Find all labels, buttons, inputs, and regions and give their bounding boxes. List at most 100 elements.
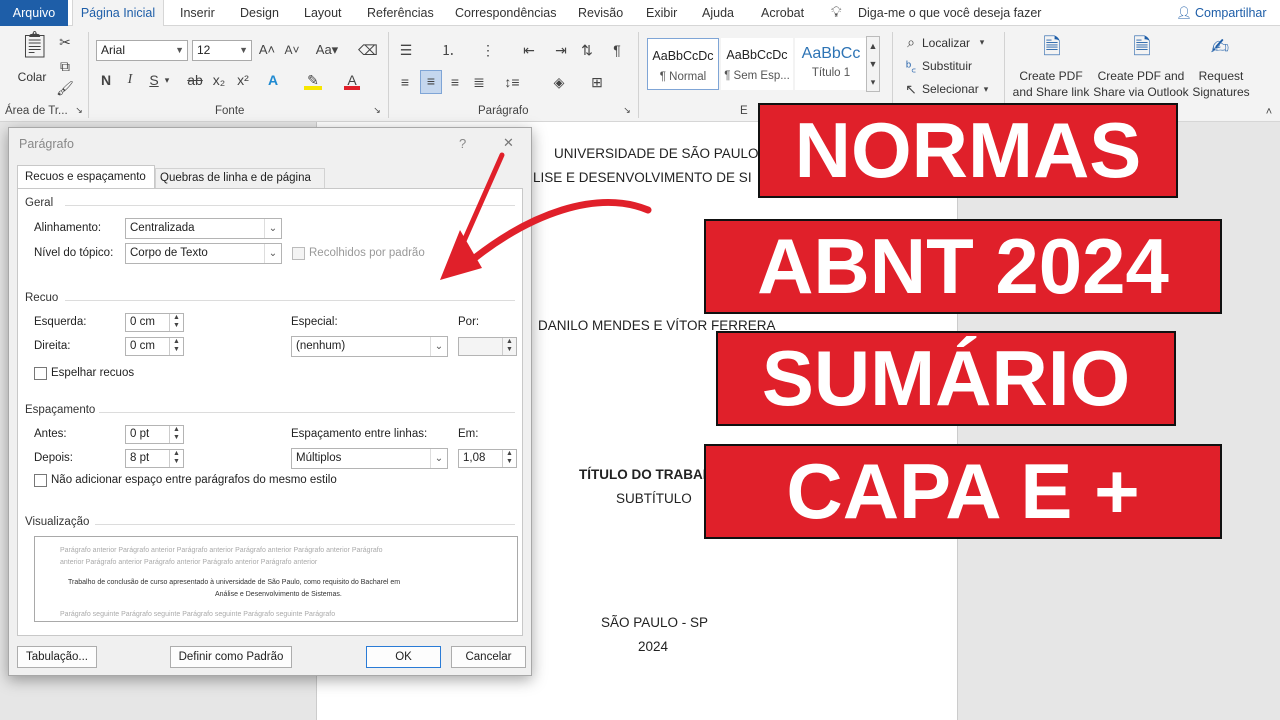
- select-button[interactable]: Selecionar: [922, 82, 979, 96]
- clear-format-icon[interactable]: ⌫: [358, 40, 378, 60]
- font-size-combo[interactable]: 12 ▼: [192, 40, 252, 61]
- bullets-icon[interactable]: ☰: [396, 40, 416, 60]
- no-space-checkbox[interactable]: [34, 474, 47, 487]
- collapsed-checkbox[interactable]: [292, 247, 305, 260]
- align-right-icon[interactable]: ≡: [446, 72, 464, 92]
- menu-bar: Arquivo Página Inicial Inserir Design La…: [0, 0, 1280, 26]
- outline-level-select[interactable]: Corpo de Texto ⌄: [125, 243, 282, 264]
- italic-icon[interactable]: I: [122, 70, 138, 90]
- strikethrough-icon[interactable]: ab: [185, 70, 205, 90]
- line-spacing-select[interactable]: Múltiplos ⌄: [291, 448, 448, 469]
- pilcrow-icon[interactable]: ¶: [608, 40, 626, 60]
- request-signatures-button[interactable]: Request Signatures: [1190, 68, 1252, 100]
- preview-prev-text: anterior Parágrafo anterior Parágrafo an…: [60, 559, 318, 566]
- underline-icon[interactable]: S: [146, 70, 162, 90]
- spinner-arrows-icon[interactable]: ▲ ▼: [169, 450, 183, 467]
- multilevel-list-icon[interactable]: ⋮: [478, 40, 498, 60]
- text-effects-icon[interactable]: A: [264, 70, 282, 90]
- font-name-combo[interactable]: Arial ▼: [96, 40, 188, 61]
- spinner-arrows-icon[interactable]: ▲ ▼: [502, 338, 516, 355]
- after-input[interactable]: 8 pt ▲ ▼: [125, 449, 184, 468]
- spinner-arrows-icon[interactable]: ▲ ▼: [169, 338, 183, 355]
- signature-icon[interactable]: ✍︎: [1206, 32, 1234, 62]
- style-normal[interactable]: AaBbCcDc ¶ Normal: [647, 38, 719, 90]
- tab-help[interactable]: Ajuda: [702, 0, 734, 26]
- highlight-icon[interactable]: ✎: [304, 70, 322, 90]
- spinner-arrows-icon[interactable]: ▲ ▼: [502, 450, 516, 467]
- mirror-indents-checkbox[interactable]: [34, 367, 47, 380]
- bold-icon[interactable]: N: [98, 70, 114, 90]
- tell-me-search[interactable]: Diga-me o que você deseja fazer: [858, 0, 1041, 26]
- button-label: Request: [1198, 69, 1244, 83]
- before-input[interactable]: 0 pt ▲ ▼: [125, 425, 184, 444]
- right-indent-input[interactable]: 0 cm ▲ ▼: [125, 337, 184, 356]
- spinner-arrows-icon[interactable]: ▲ ▼: [169, 426, 183, 443]
- tab-indents-spacing[interactable]: Recuos e espaçamento: [17, 165, 155, 189]
- shrink-font-icon[interactable]: A˅: [283, 40, 301, 60]
- align-center-icon[interactable]: ≡: [420, 70, 442, 94]
- tab-acrobat[interactable]: Acrobat: [761, 0, 804, 26]
- launcher-icon[interactable]: ↘: [372, 104, 382, 116]
- pdf-outlook-icon[interactable]: 🗎: [1128, 32, 1156, 62]
- cancel-button[interactable]: Cancelar: [451, 646, 526, 668]
- grow-font-icon[interactable]: A˄: [258, 40, 276, 60]
- left-indent-label: Esquerda:: [34, 316, 87, 328]
- spinner-arrows-icon[interactable]: ▲ ▼: [169, 314, 183, 331]
- tab-line-page-breaks[interactable]: Quebras de linha e de página: [155, 168, 325, 189]
- justify-icon[interactable]: ≣: [470, 72, 488, 92]
- align-left-icon[interactable]: ≡: [396, 72, 414, 92]
- copy-icon[interactable]: ⧉: [56, 56, 74, 76]
- borders-icon[interactable]: ⊞: [586, 72, 608, 92]
- style-heading-1[interactable]: AaBbCc Título 1: [795, 38, 867, 90]
- chevron-down-icon[interactable]: ▾: [976, 32, 988, 52]
- paste-button[interactable]: Colar: [12, 70, 52, 84]
- pdf-icon[interactable]: 🗎: [1038, 32, 1066, 62]
- ok-button[interactable]: OK: [366, 646, 441, 668]
- tabs-button[interactable]: Tabulação...: [17, 646, 97, 668]
- change-case-icon[interactable]: Aa▾: [312, 40, 342, 60]
- decrease-indent-icon[interactable]: ⇤: [520, 40, 538, 60]
- tab-review[interactable]: Revisão: [578, 0, 623, 26]
- tab-references[interactable]: Referências: [367, 0, 434, 26]
- subscript-icon[interactable]: x₂: [210, 70, 228, 90]
- format-painter-icon[interactable]: 🖌︎: [56, 78, 74, 98]
- styles-scroll[interactable]: ▲ ▼ ▾: [866, 36, 880, 92]
- shading-icon[interactable]: ◈: [548, 72, 570, 92]
- by-input[interactable]: ▲ ▼: [458, 337, 517, 356]
- at-input[interactable]: 1,08 ▲ ▼: [458, 449, 517, 468]
- increase-indent-icon[interactable]: ⇥: [552, 40, 570, 60]
- cut-icon[interactable]: ✂: [56, 32, 74, 52]
- replace-button[interactable]: Substituir: [922, 59, 972, 73]
- share-button[interactable]: Compartilhar: [1195, 0, 1267, 26]
- sort-icon[interactable]: ⇅: [578, 40, 596, 60]
- collapse-ribbon-icon[interactable]: ˄: [1262, 102, 1276, 122]
- create-pdf-outlook-button[interactable]: Create PDF and Share via Outlook: [1092, 68, 1190, 100]
- tab-mailings[interactable]: Correspondências: [455, 0, 556, 26]
- tab-home[interactable]: Página Inicial: [72, 0, 164, 26]
- numbering-icon[interactable]: ⒈: [438, 40, 458, 60]
- superscript-icon[interactable]: x²: [234, 70, 252, 90]
- paste-icon[interactable]: 📋︎: [18, 31, 51, 64]
- tab-file[interactable]: Arquivo: [0, 0, 68, 26]
- tab-view[interactable]: Exibir: [646, 0, 677, 26]
- special-select[interactable]: (nenhum) ⌄: [291, 336, 448, 357]
- launcher-icon[interactable]: ↘: [74, 104, 84, 116]
- alignment-select[interactable]: Centralizada ⌄: [125, 218, 282, 239]
- tab-design[interactable]: Design: [240, 0, 279, 26]
- line-spacing-icon[interactable]: ↕≡: [500, 72, 524, 92]
- create-pdf-share-link-button[interactable]: Create PDF and Share link: [1010, 68, 1092, 100]
- font-color-icon[interactable]: A: [344, 70, 360, 90]
- chevron-down-icon[interactable]: ▾: [980, 79, 992, 99]
- banner-line-2: ABNT 2024: [704, 219, 1222, 314]
- font-group-label: Fonte: [215, 105, 245, 117]
- launcher-icon[interactable]: ↘: [622, 104, 632, 116]
- tab-insert[interactable]: Inserir: [180, 0, 215, 26]
- button-label: Share via Outlook: [1093, 85, 1189, 99]
- tab-layout[interactable]: Layout: [304, 0, 342, 26]
- left-indent-input[interactable]: 0 cm ▲ ▼: [125, 313, 184, 332]
- chevron-down-icon[interactable]: ▾: [162, 70, 172, 90]
- set-default-button[interactable]: Definir como Padrão: [170, 646, 292, 668]
- find-button[interactable]: Localizar: [922, 36, 970, 50]
- style-no-spacing[interactable]: AaBbCcDc ¶ Sem Esp...: [721, 38, 793, 90]
- line-spacing-label: Espaçamento entre linhas:: [291, 428, 428, 440]
